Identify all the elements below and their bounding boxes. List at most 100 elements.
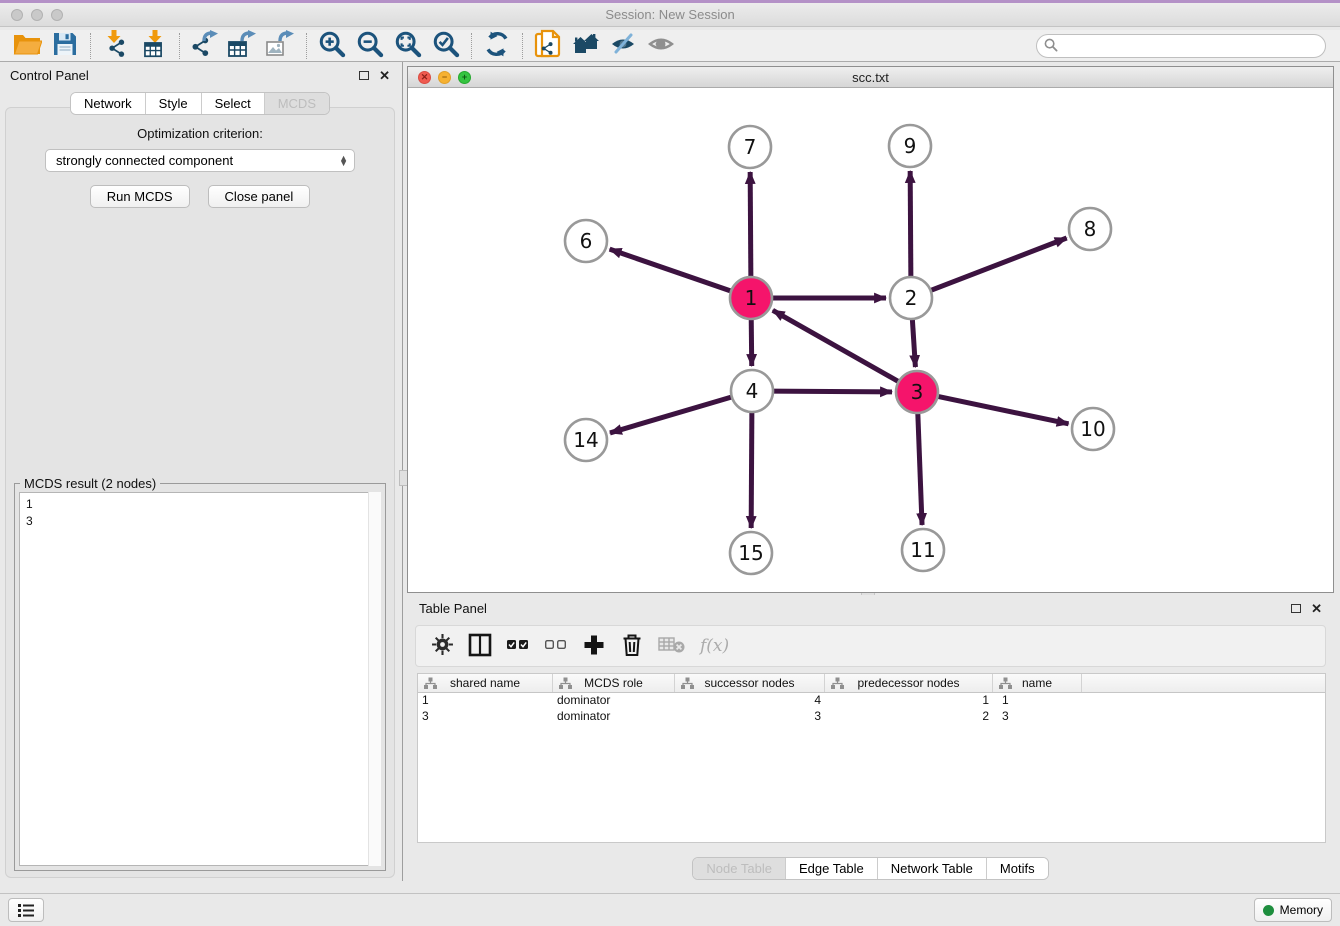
table-cell[interactable]: 1 xyxy=(418,693,553,709)
delete-table-button[interactable] xyxy=(658,633,686,659)
tab-network-table[interactable]: Network Table xyxy=(878,858,987,879)
edge-4-3[interactable] xyxy=(771,391,892,392)
tab-select[interactable]: Select xyxy=(202,93,265,114)
close-panel-button[interactable]: Close panel xyxy=(208,185,311,208)
node-9[interactable]: 9 xyxy=(889,125,931,167)
select-all-rows-button[interactable] xyxy=(506,633,530,659)
column-header-predecessor-nodes[interactable]: predecessor nodes xyxy=(825,674,993,692)
edge-2-8[interactable] xyxy=(929,238,1067,291)
mcds-result-text[interactable]: 1 3 xyxy=(19,492,381,866)
export-network-icon xyxy=(190,30,220,61)
import-table-button[interactable] xyxy=(135,31,173,61)
add-column-button[interactable] xyxy=(582,633,606,659)
neighborhood-button[interactable] xyxy=(567,31,605,61)
table-cell[interactable]: 1 xyxy=(825,693,993,709)
table-cell[interactable]: 3 xyxy=(993,709,1082,725)
column-header-shared-name[interactable]: shared name xyxy=(418,674,553,692)
search-input[interactable] xyxy=(1036,34,1326,58)
export-image-button[interactable] xyxy=(262,31,300,61)
copy-network-button[interactable] xyxy=(529,31,567,61)
edge-3-11[interactable] xyxy=(918,411,922,525)
node-4[interactable]: 4 xyxy=(731,370,773,412)
table-settings-button[interactable] xyxy=(430,633,454,659)
delete-column-button[interactable] xyxy=(620,633,644,659)
zoom-out-button[interactable] xyxy=(351,31,389,61)
save-session-button[interactable] xyxy=(46,31,84,61)
show-all-button[interactable] xyxy=(643,31,681,61)
close-panel-icon[interactable]: ✕ xyxy=(379,69,390,82)
node-label: 11 xyxy=(910,538,935,562)
table-cell[interactable]: 4 xyxy=(675,693,825,709)
run-mcds-button[interactable]: Run MCDS xyxy=(90,185,190,208)
table-cell[interactable]: dominator xyxy=(553,709,675,725)
tab-network[interactable]: Network xyxy=(71,93,146,114)
task-history-button[interactable] xyxy=(8,898,44,922)
export-network-button[interactable] xyxy=(186,31,224,61)
node-3[interactable]: 3 xyxy=(896,371,938,413)
table-cell[interactable]: dominator xyxy=(553,693,675,709)
tab-edge-table[interactable]: Edge Table xyxy=(786,858,878,879)
refresh-layout-button[interactable] xyxy=(478,31,516,61)
zoom-in-button[interactable] xyxy=(313,31,351,61)
node-14[interactable]: 14 xyxy=(565,419,607,461)
mcds-result-title: MCDS result (2 nodes) xyxy=(20,476,160,491)
column-chooser-button[interactable] xyxy=(468,633,492,659)
table-cell[interactable]: 3 xyxy=(675,709,825,725)
export-table-button[interactable] xyxy=(224,31,262,61)
edge-1-7[interactable] xyxy=(750,172,751,279)
memory-button[interactable]: Memory xyxy=(1254,898,1332,922)
node-10[interactable]: 10 xyxy=(1072,408,1114,450)
control-panel: Control Panel ✕ NetworkStyleSelectMCDS O… xyxy=(0,62,400,881)
open-session-button[interactable] xyxy=(8,31,46,61)
zoom-fit-icon xyxy=(394,30,422,61)
optimization-criterion-label: Optimization criterion: xyxy=(6,126,394,141)
optimization-criterion-select[interactable]: strongly connected component ▲▼ xyxy=(45,149,355,172)
table-cell[interactable]: 1 xyxy=(993,693,1082,709)
edge-3-10[interactable] xyxy=(936,396,1069,424)
edge-2-9[interactable] xyxy=(910,171,911,279)
edge-1-6[interactable] xyxy=(610,249,733,292)
column-header-successor-nodes[interactable]: successor nodes xyxy=(675,674,825,692)
table-row[interactable]: 1dominator411 xyxy=(418,693,1325,709)
node-15[interactable]: 15 xyxy=(730,532,772,574)
tab-node-table[interactable]: Node Table xyxy=(693,858,786,879)
node-7[interactable]: 7 xyxy=(729,126,771,168)
column-header-name[interactable]: name xyxy=(993,674,1082,692)
node-1[interactable]: 1 xyxy=(730,277,772,319)
tab-style[interactable]: Style xyxy=(146,93,202,114)
network-canvas[interactable]: 7 9 6 8 1 2 4 3 14 10 15 11 xyxy=(408,88,1333,592)
node-8[interactable]: 8 xyxy=(1069,208,1111,250)
node-2[interactable]: 2 xyxy=(890,277,932,319)
column-sort-icon xyxy=(424,677,437,693)
import-table-icon xyxy=(140,30,168,61)
toolbar-separator xyxy=(90,33,91,59)
table-cell[interactable]: 3 xyxy=(418,709,553,725)
vertical-splitter[interactable] xyxy=(402,62,406,881)
table-cell[interactable]: 2 xyxy=(825,709,993,725)
column-sort-icon xyxy=(559,677,572,693)
function-builder-button[interactable]: f(x) xyxy=(700,633,729,659)
node-6[interactable]: 6 xyxy=(565,220,607,262)
float-table-panel-icon[interactable] xyxy=(1291,604,1301,613)
node-table: shared nameMCDS rolesuccessor nodesprede… xyxy=(417,673,1326,843)
gear-icon xyxy=(431,633,454,659)
import-network-button[interactable] xyxy=(97,31,135,61)
edge-4-14[interactable] xyxy=(610,396,734,433)
deselect-all-rows-button[interactable] xyxy=(544,633,568,659)
close-table-panel-icon[interactable]: ✕ xyxy=(1311,602,1322,615)
edge-2-3[interactable] xyxy=(912,317,915,367)
edge-3-1[interactable] xyxy=(773,310,901,382)
mcds-result-scrollbar[interactable] xyxy=(368,492,381,866)
control-panel-tabs: NetworkStyleSelectMCDS xyxy=(0,92,400,115)
zoom-selected-button[interactable] xyxy=(427,31,465,61)
tab-mcds[interactable]: MCDS xyxy=(265,93,329,114)
table-row[interactable]: 3dominator323 xyxy=(418,709,1325,725)
edge-1-4[interactable] xyxy=(751,317,752,366)
zoom-fit-button[interactable] xyxy=(389,31,427,61)
float-panel-icon[interactable] xyxy=(359,71,369,80)
hide-selected-button[interactable] xyxy=(605,31,643,61)
column-header-MCDS-role[interactable]: MCDS role xyxy=(553,674,675,692)
tab-motifs[interactable]: Motifs xyxy=(987,858,1048,879)
node-11[interactable]: 11 xyxy=(902,529,944,571)
edge-4-15[interactable] xyxy=(751,410,752,528)
